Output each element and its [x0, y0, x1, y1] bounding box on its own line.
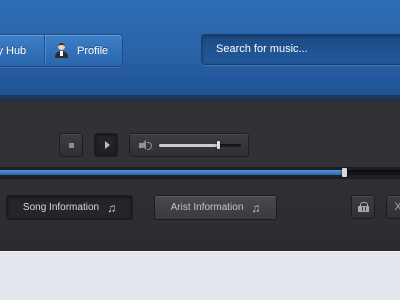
- main-nav: ly Hub Profile: [0, 34, 123, 67]
- artist-information-label: Arist Information: [170, 202, 244, 213]
- progress-fill: [0, 170, 344, 175]
- volume-slider-fill: [159, 144, 219, 147]
- nav-item-profile-label: Profile: [77, 44, 109, 57]
- music-note-icon: ♫: [107, 200, 117, 215]
- volume-slider[interactable]: [159, 141, 241, 149]
- progress-handle[interactable]: [342, 168, 347, 177]
- nav-item-hub[interactable]: ly Hub: [0, 35, 44, 66]
- shuffle-icon: X: [394, 200, 400, 213]
- volume-control: [129, 133, 249, 157]
- shuffle-button[interactable]: X: [386, 195, 400, 219]
- artist-information-tab[interactable]: Arist Information ♫: [154, 195, 277, 220]
- search-input[interactable]: Search for music...: [201, 34, 400, 65]
- speaker-icon[interactable]: [139, 140, 152, 151]
- stop-button[interactable]: [59, 133, 83, 157]
- music-note-icon: ♫: [251, 200, 261, 215]
- header-divider: [0, 95, 400, 103]
- volume-slider-handle[interactable]: [217, 141, 221, 149]
- header-bar: ly Hub Profile Search for music...: [0, 0, 400, 95]
- search-placeholder: Search for music...: [216, 43, 308, 55]
- stop-icon: [68, 142, 74, 148]
- play-icon: [104, 141, 110, 149]
- song-information-tab[interactable]: Song Information ♫: [6, 195, 133, 220]
- nav-item-profile[interactable]: Profile: [45, 35, 122, 66]
- music-player: Song Information ♫ Arist Information ♫ X: [0, 103, 400, 251]
- basket-icon: [357, 202, 369, 212]
- footer-area: [0, 251, 400, 300]
- profile-avatar-icon: [55, 43, 68, 58]
- nav-item-hub-label: ly Hub: [0, 44, 27, 57]
- song-information-label: Song Information: [22, 202, 100, 213]
- progress-bar[interactable]: [0, 167, 400, 179]
- play-button[interactable]: [94, 133, 118, 157]
- basket-button[interactable]: [351, 195, 375, 219]
